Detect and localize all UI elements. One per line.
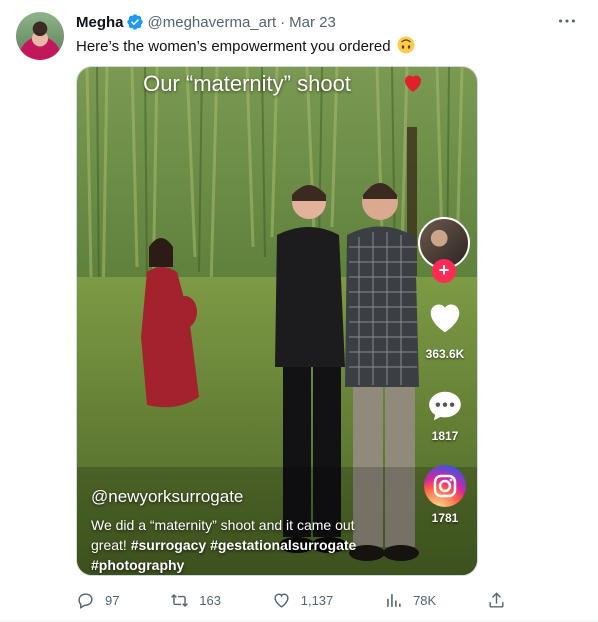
follow-plus-button[interactable]: + <box>432 259 456 283</box>
like-button[interactable]: 1,137 <box>272 591 334 610</box>
video-like-count: 363.6K <box>425 347 465 361</box>
views-chart-icon <box>387 593 401 607</box>
tweet-body: Here’s the women’s empowerment you order… <box>76 38 391 55</box>
reply-button[interactable]: 97 <box>76 591 119 610</box>
avatar[interactable] <box>16 12 64 60</box>
video-comment-count: 1817 <box>431 429 459 443</box>
instagram-share-icon[interactable] <box>424 465 466 507</box>
views-count: 78K <box>413 592 437 608</box>
caption-hashtag-surrogacy[interactable]: #surrogacy <box>131 537 206 553</box>
tweet-actions: 97 163 1,137 78K <box>76 586 506 614</box>
tweet[interactable]: Megha @meghaverma_art · Mar 23 Here’s th… <box>0 0 598 622</box>
upside-down-face-emoji <box>397 36 415 54</box>
separator-dot: · <box>280 13 286 31</box>
retweet-count: 163 <box>199 592 221 608</box>
reply-icon <box>78 592 93 609</box>
display-name[interactable]: Megha <box>76 14 124 31</box>
video-share-count: 1781 <box>431 511 459 525</box>
like-count: 1,137 <box>300 592 334 608</box>
share-icon <box>489 591 504 608</box>
video-username[interactable]: @newyorksurrogate <box>91 487 243 507</box>
verified-badge-icon <box>126 14 143 30</box>
retweet-icon <box>171 593 189 607</box>
video-caption: We did a “maternity” shoot and it came o… <box>91 515 391 575</box>
tweet-date[interactable]: Mar 23 <box>289 14 336 31</box>
tiktok-heart-icon[interactable] <box>425 299 465 337</box>
handle[interactable]: @meghaverma_art <box>148 14 277 31</box>
tweet-header: Megha @meghaverma_art · Mar 23 <box>76 12 582 32</box>
retweet-button[interactable]: 163 <box>170 591 221 610</box>
overlay-title: Our “maternity” shoot <box>143 71 351 96</box>
heart-icon <box>274 592 289 608</box>
share-button[interactable] <box>487 591 506 610</box>
views-button[interactable]: 78K <box>384 591 436 610</box>
reply-count: 97 <box>105 592 120 608</box>
red-heart-icon <box>405 75 421 92</box>
more-dots-icon[interactable] <box>556 10 578 32</box>
tweet-text: Here’s the women’s empowerment you order… <box>76 36 415 57</box>
tweet-media-video[interactable]: Our “maternity” shoot + 363.6K 1817 1781… <box>76 66 478 576</box>
tiktok-comment-icon[interactable] <box>425 387 465 425</box>
